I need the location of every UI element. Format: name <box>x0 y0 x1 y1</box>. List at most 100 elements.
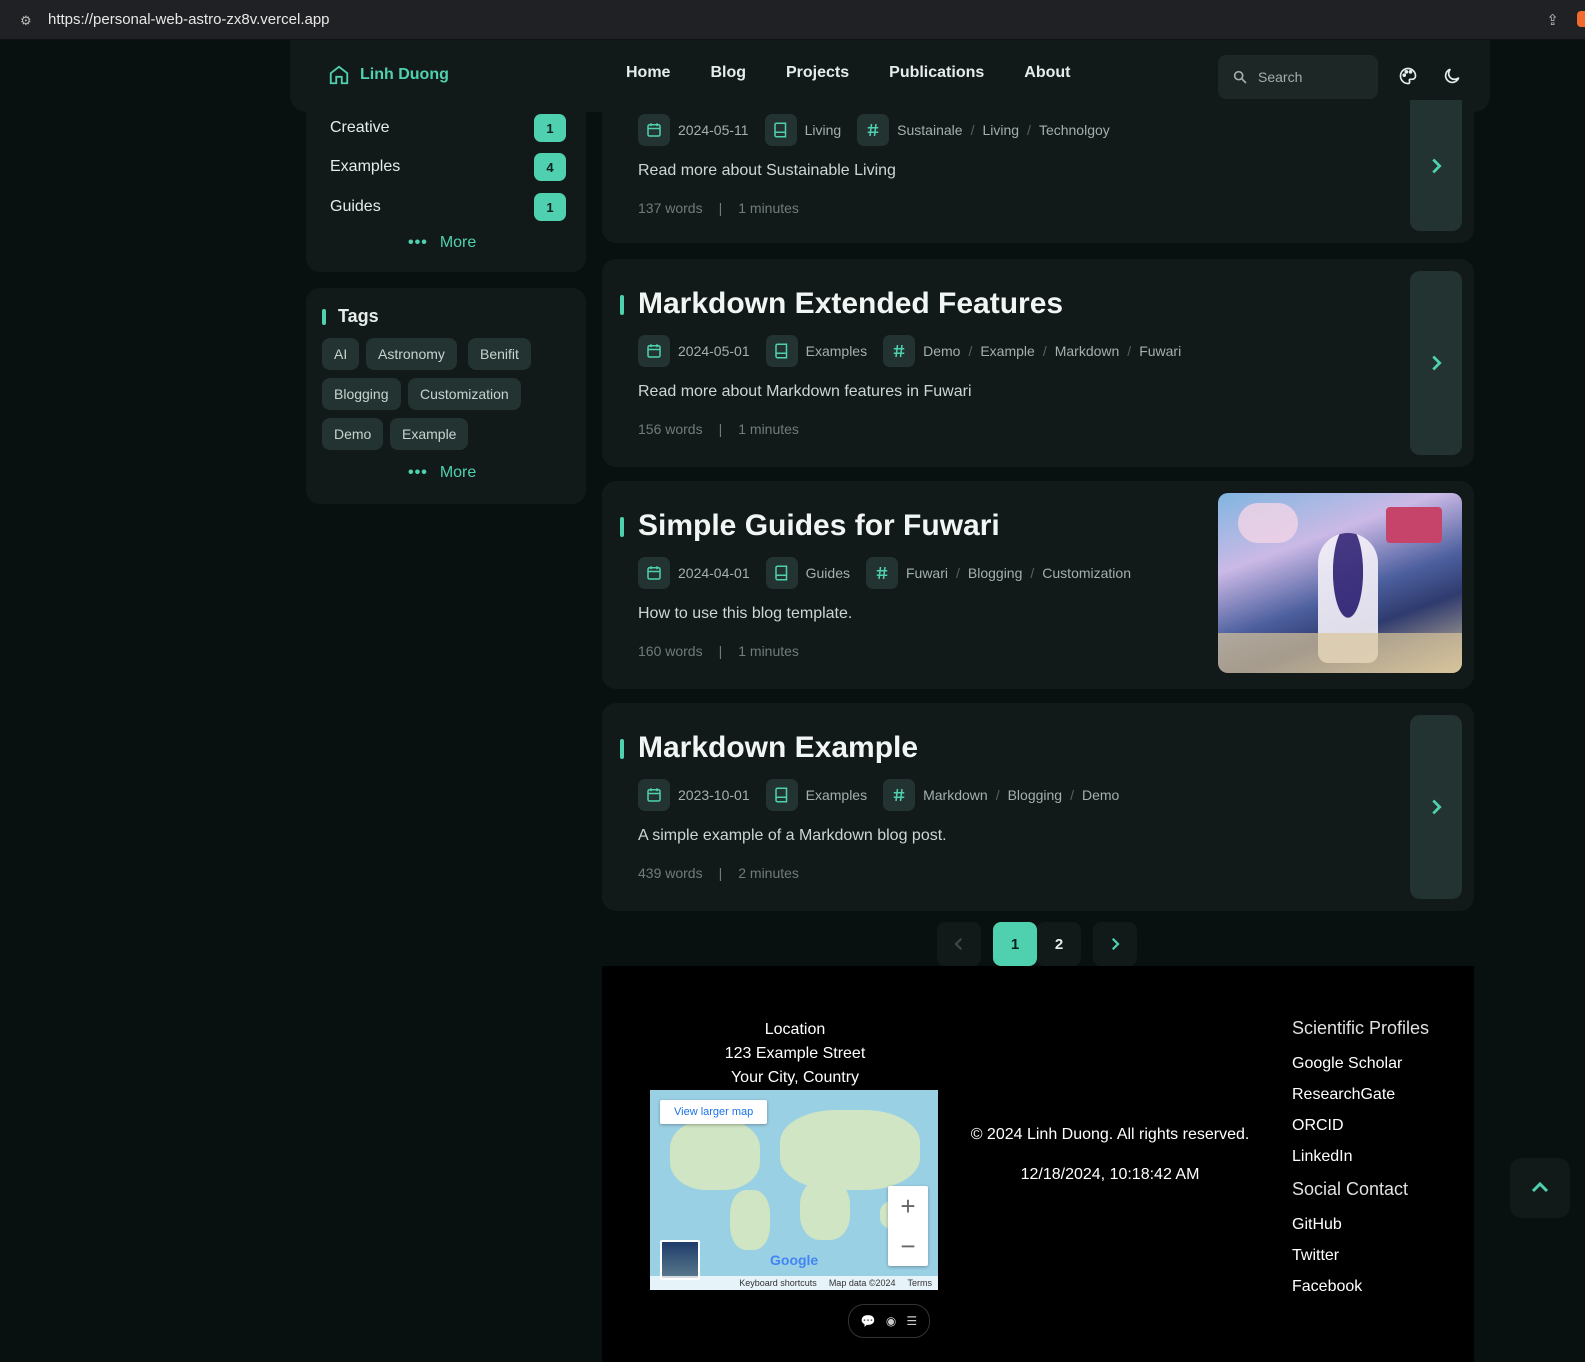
hashtag-icon <box>857 114 890 146</box>
tag-chip-astronomy[interactable]: Astronomy <box>366 338 457 370</box>
tag-chip-demo[interactable]: Demo <box>322 418 384 450</box>
pagination-prev-button[interactable] <box>937 922 981 966</box>
scientific-profiles-heading: Scientific Profiles <box>1292 1018 1430 1038</box>
pagination-next-button[interactable] <box>1093 922 1137 966</box>
tag-chip-ai[interactable]: AI <box>322 338 360 370</box>
palette-icon[interactable] <box>1398 66 1418 86</box>
tag-chip-blogging[interactable]: Blogging <box>322 378 401 410</box>
post-date: 2024-04-01 <box>678 565 750 581</box>
post-tag[interactable]: Blogging <box>1008 787 1063 803</box>
category-item-guides[interactable]: Guides 1 <box>330 193 566 221</box>
link-researchgate[interactable]: ResearchGate <box>1292 1086 1429 1104</box>
post-open-button[interactable] <box>1410 100 1462 231</box>
post-title[interactable]: Markdown Example <box>638 731 918 765</box>
calendar-icon <box>638 779 670 811</box>
tag-chip-example[interactable]: Example <box>390 418 469 450</box>
embedded-map[interactable]: View larger map + − Google Keyboard shor… <box>650 1090 938 1290</box>
categories-more-button[interactable]: ••• More <box>408 234 476 252</box>
pagination-page-2[interactable]: 2 <box>1037 922 1081 966</box>
link-facebook[interactable]: Facebook <box>1292 1278 1429 1296</box>
post-category[interactable]: Examples <box>806 787 867 803</box>
dark-mode-moon-icon[interactable] <box>1442 66 1462 86</box>
nav-projects[interactable]: Projects <box>786 64 849 82</box>
calendar-icon <box>638 557 670 589</box>
post-card[interactable]: 2024-05-11 Living Sustainale / Living / Te… <box>602 100 1474 243</box>
post-tag[interactable]: Living <box>982 122 1019 138</box>
post-card[interactable]: Markdown Example 2023-10-01 Examples Mar… <box>602 703 1474 911</box>
browser-extension-icon[interactable] <box>1577 11 1585 27</box>
category-item-examples[interactable]: Examples 4 <box>330 153 566 181</box>
word-count: 160 words <box>638 643 703 659</box>
word-count: 137 words <box>638 200 703 216</box>
tags-title: Tags <box>338 306 379 326</box>
brand-link[interactable]: Linh Duong <box>328 64 449 86</box>
post-date: 2024-05-01 <box>678 343 750 359</box>
link-github[interactable]: GitHub <box>1292 1216 1429 1234</box>
post-tag[interactable]: Markdown <box>923 787 988 803</box>
word-count: 156 words <box>638 421 703 437</box>
post-tag[interactable]: Demo <box>1082 787 1119 803</box>
category-name: Creative <box>330 119 390 136</box>
category-item-creative[interactable]: Creative 1 <box>330 114 566 142</box>
book-icon <box>765 557 798 589</box>
home-icon <box>329 65 349 85</box>
nav-publications[interactable]: Publications <box>889 64 984 82</box>
share-icon[interactable]: ⇪ <box>1546 11 1559 29</box>
post-tag[interactable]: Fuwari <box>906 565 948 581</box>
post-tag[interactable]: Demo <box>923 343 960 359</box>
post-tag[interactable]: Sustainale <box>897 122 962 138</box>
post-category[interactable]: Examples <box>806 343 867 359</box>
menu-icon[interactable]: ☰ <box>906 1314 917 1328</box>
calendar-icon <box>638 335 670 367</box>
post-card[interactable]: Simple Guides for Fuwari 2024-04-01 Guid… <box>602 481 1474 689</box>
post-tag[interactable]: Customization <box>1042 565 1131 581</box>
link-linkedin[interactable]: LinkedIn <box>1292 1148 1429 1166</box>
post-tag[interactable]: Example <box>980 343 1034 359</box>
post-card[interactable]: Markdown Extended Features 2024-05-01 Ex… <box>602 259 1474 467</box>
post-open-button[interactable] <box>1410 271 1462 455</box>
zoom-in-icon[interactable]: + <box>900 1191 915 1222</box>
back-to-top-button[interactable] <box>1510 1158 1570 1218</box>
post-tag[interactable]: Blogging <box>968 565 1023 581</box>
post-category[interactable]: Living <box>805 122 842 138</box>
chevron-right-icon <box>1432 158 1442 173</box>
chevron-right-icon <box>1432 355 1442 371</box>
link-twitter[interactable]: Twitter <box>1292 1247 1429 1265</box>
post-cover-image[interactable] <box>1218 493 1462 673</box>
pagination-page-1[interactable]: 1 <box>993 922 1037 966</box>
link-orcid[interactable]: ORCID <box>1292 1117 1429 1135</box>
keyboard-shortcuts-link[interactable]: Keyboard shortcuts <box>739 1278 817 1288</box>
post-title[interactable]: Simple Guides for Fuwari <box>638 509 1000 543</box>
zoom-out-icon[interactable]: − <box>900 1231 915 1262</box>
eye-icon[interactable]: ◉ <box>886 1314 896 1328</box>
search-input[interactable]: Search <box>1218 55 1378 99</box>
post-excerpt: Read more about Sustainable Living <box>638 162 896 179</box>
tags-more-button[interactable]: ••• More <box>408 464 476 482</box>
link-google-scholar[interactable]: Google Scholar <box>1292 1055 1429 1073</box>
comment-icon[interactable]: 💬 <box>861 1314 876 1328</box>
google-logo: Google <box>770 1252 819 1268</box>
post-tag[interactable]: Markdown <box>1055 343 1120 359</box>
more-label: More <box>439 234 477 251</box>
calendar-icon <box>638 114 670 146</box>
post-open-button[interactable] <box>1410 715 1462 899</box>
site-settings-icon[interactable]: ⚙ <box>20 13 34 28</box>
view-larger-map-link[interactable]: View larger map <box>660 1100 768 1124</box>
nav-home[interactable]: Home <box>626 64 670 82</box>
hashtag-icon <box>883 335 916 367</box>
search-icon <box>1233 70 1247 84</box>
post-category[interactable]: Guides <box>806 565 850 581</box>
tag-chip-customization[interactable]: Customization <box>408 378 521 410</box>
chevron-right-icon <box>1111 937 1120 951</box>
nav-blog[interactable]: Blog <box>710 64 746 82</box>
post-title[interactable]: Markdown Extended Features <box>638 287 1063 321</box>
post-tag[interactable]: Fuwari <box>1139 343 1181 359</box>
nav-about[interactable]: About <box>1024 64 1070 82</box>
url-text[interactable]: https://personal-web-astro-zx8v.vercel.a… <box>48 11 330 28</box>
terms-link[interactable]: Terms <box>908 1278 933 1288</box>
post-tag[interactable]: Technolgoy <box>1039 122 1110 138</box>
tag-chip-benifit[interactable]: Benifit <box>468 338 531 370</box>
satellite-toggle[interactable] <box>660 1240 700 1280</box>
hashtag-icon <box>883 779 916 811</box>
post-date: 2024-05-11 <box>678 122 749 138</box>
